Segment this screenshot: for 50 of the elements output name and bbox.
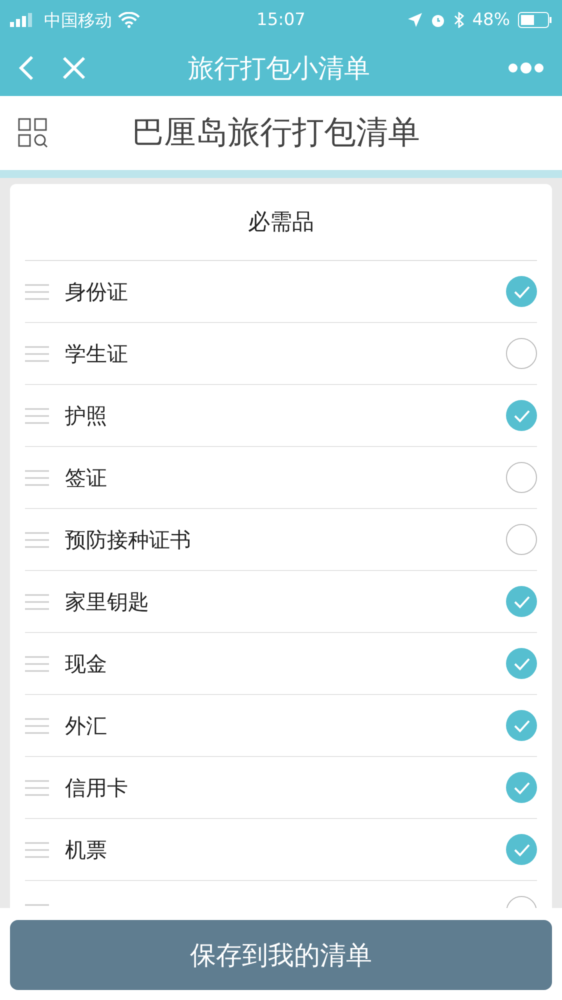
battery-percent: 48%: [472, 10, 510, 30]
checkbox[interactable]: [506, 710, 537, 741]
checkmark-icon: [512, 842, 530, 856]
drag-handle-icon[interactable]: [25, 346, 49, 362]
section-title: 必需品: [248, 209, 314, 237]
checkmark-icon: [512, 408, 530, 422]
item-label: 签证: [65, 464, 108, 492]
status-time: 15:07: [256, 10, 306, 30]
item-label: 家里钥匙: [65, 588, 150, 616]
checkmark-icon: [512, 594, 530, 608]
bluetooth-icon: [454, 12, 464, 28]
nav-title: 旅行打包小清单: [187, 52, 371, 86]
drag-handle-icon[interactable]: [25, 656, 49, 672]
carrier-name: 中国移动: [44, 10, 112, 32]
item-label: 外汇: [65, 712, 108, 740]
checkbox[interactable]: [506, 772, 537, 803]
item-label: 信用卡: [65, 774, 129, 802]
drag-handle-icon[interactable]: [25, 470, 49, 486]
checkmark-icon: [512, 718, 530, 732]
item-label: 学生证: [65, 340, 129, 368]
checkmark-icon: [512, 656, 530, 670]
drag-handle-icon[interactable]: [25, 718, 49, 734]
item-label: 现金: [65, 650, 108, 678]
checkbox[interactable]: [506, 586, 537, 617]
grid-search-icon[interactable]: [18, 118, 48, 148]
drag-handle-icon[interactable]: [25, 594, 49, 610]
checkbox[interactable]: [506, 524, 537, 555]
item-label: 预防接种证书: [65, 526, 192, 554]
checkbox[interactable]: [506, 400, 537, 431]
drag-handle-icon[interactable]: [25, 842, 49, 858]
alarm-clock-icon: [430, 12, 446, 28]
wifi-icon: [118, 12, 140, 28]
item-label: 身份证: [65, 278, 129, 306]
item-label: 机票: [65, 836, 108, 864]
checkmark-icon: [512, 284, 530, 298]
checkmark-icon: [512, 780, 530, 794]
checkbox[interactable]: [506, 462, 537, 493]
drag-handle-icon[interactable]: [25, 532, 49, 548]
battery-icon: [518, 12, 552, 28]
drag-handle-icon[interactable]: [25, 408, 49, 424]
save-button[interactable]: 保存到我的清单: [10, 920, 552, 990]
item-label: 护照: [65, 402, 108, 430]
checkbox[interactable]: [506, 276, 537, 307]
list-title: 巴厘岛旅行打包清单: [131, 112, 421, 153]
checkbox[interactable]: [506, 834, 537, 865]
drag-handle-icon[interactable]: [25, 780, 49, 796]
checkbox[interactable]: [506, 338, 537, 369]
drag-handle-icon[interactable]: [25, 284, 49, 300]
location-arrow-icon: [408, 13, 422, 27]
checkbox[interactable]: [506, 648, 537, 679]
